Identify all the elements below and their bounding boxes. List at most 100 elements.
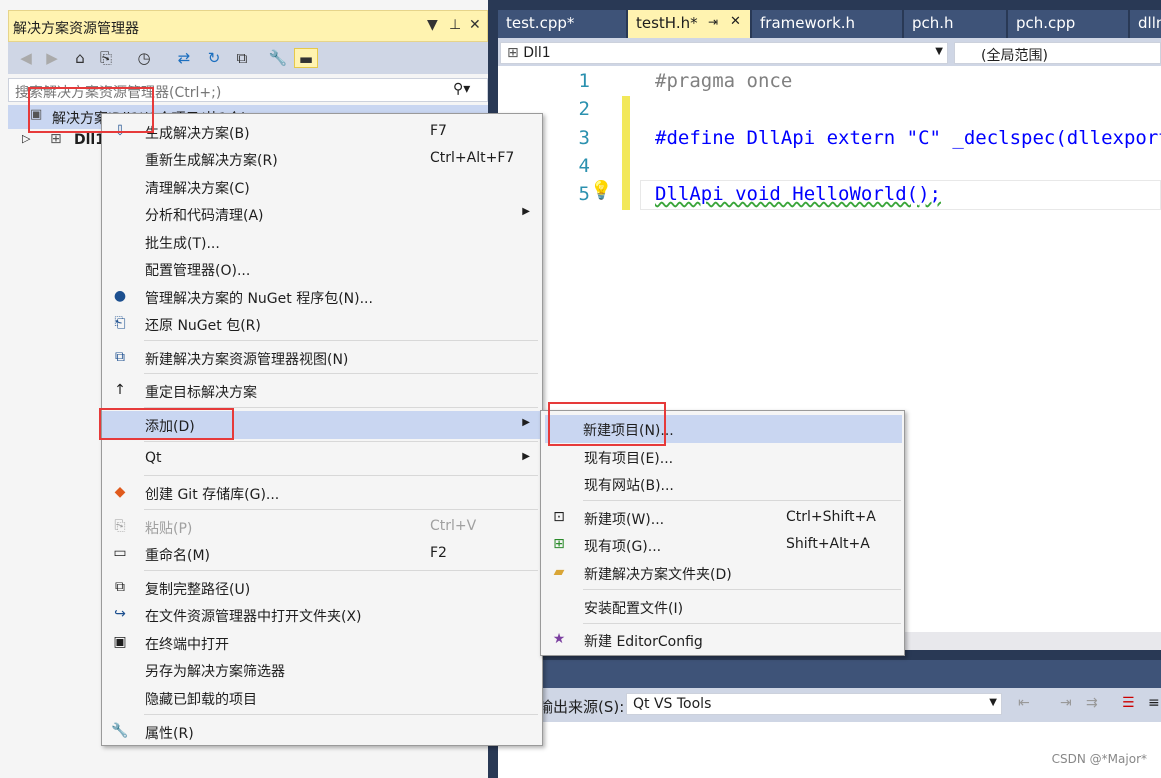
menu-item-rename[interactable]: ▭ 重命名(M) F2 [102, 540, 542, 568]
menu-separator [144, 509, 538, 510]
wrench-icon[interactable]: 🔧 [268, 48, 288, 68]
menu-item-label: 重定目标解决方案 [145, 385, 257, 401]
git-icon: ◆ [114, 484, 126, 500]
dropdown-icon[interactable]: ▼ [427, 17, 438, 33]
tab-label: pch.h [912, 14, 954, 32]
menu-item-create-git[interactable]: ◆ 创建 Git 存储库(G)... [102, 479, 542, 507]
menu-item-label: 配置管理器(O)... [145, 263, 251, 279]
menu-item-existing-website[interactable]: 现有网站(B)... [541, 470, 904, 498]
menu-item-hide-unloaded[interactable]: 隐藏已卸载的项目 [102, 684, 542, 712]
copy-icon: ⧉ [115, 579, 125, 595]
tab-label: pch.cpp [1016, 14, 1076, 32]
menu-item-properties[interactable]: 🔧 属性(R) [102, 718, 542, 746]
menu-item-new-view[interactable]: ⧉ 新建解决方案资源管理器视图(N) [102, 344, 542, 372]
clear-all-icon[interactable]: ☰ [1122, 695, 1135, 711]
menu-item-label: 分析和代码清理(A) [145, 208, 264, 224]
menu-item-label: 管理解决方案的 NuGet 程序包(N)... [145, 291, 373, 307]
menu-separator [144, 570, 538, 571]
editor-tab-bar: test.cpp* testH.h* ⇥ ✕ framework.h pch.h… [498, 10, 1161, 38]
tab-label: dllm [1138, 14, 1161, 32]
chevron-down-icon: ▼ [935, 46, 943, 57]
menu-item-label: 新建解决方案文件夹(D) [584, 567, 732, 583]
home-icon[interactable]: ⌂ [70, 48, 90, 68]
menu-item-save-filter[interactable]: 另存为解决方案筛选器 [102, 656, 542, 684]
menu-item-clean-solution[interactable]: 清理解决方案(C) [102, 173, 542, 201]
history-icon[interactable]: ◷ [134, 48, 154, 68]
wrench-icon: 🔧 [111, 723, 129, 739]
collapse-icon[interactable]: ⧉ [232, 48, 252, 68]
menu-item-existing-project[interactable]: 现有项目(E)... [541, 443, 904, 471]
menu-item-new-editorconfig[interactable]: ★ 新建 EditorConfig [541, 626, 904, 654]
menu-item-build-solution[interactable]: ⇩ 生成解决方案(B) F7 [102, 118, 542, 146]
restore-icon: ⎗ [114, 315, 126, 331]
find-previous-icon[interactable]: ⇤ [1018, 695, 1030, 711]
vs-switch-icon[interactable]: ⎘ [96, 48, 116, 68]
menu-item-open-terminal[interactable]: ▣ 在终端中打开 [102, 629, 542, 657]
search-icon[interactable]: ⚲▾ [453, 81, 470, 97]
expand-arrow-icon[interactable]: ▷ [22, 132, 30, 145]
back-icon[interactable]: ◀ [16, 48, 36, 68]
menu-item-rebuild-solution[interactable]: 重新生成解决方案(R) Ctrl+Alt+F7 [102, 145, 542, 173]
tab-testh-h[interactable]: testH.h* ⇥ ✕ [628, 10, 750, 38]
goto-icon[interactable]: ⇉ [1086, 695, 1098, 711]
find-next-icon[interactable]: ⇥ [1060, 695, 1072, 711]
menu-item-label: 批生成(T)... [145, 236, 220, 252]
horizontal-scrollbar[interactable] [905, 632, 1161, 650]
close-icon[interactable]: ✕ [469, 17, 481, 33]
paste-icon: ⎘ [114, 518, 126, 534]
menu-item-label: 在终端中打开 [145, 637, 229, 653]
project-dropdown[interactable]: ⊞ Dll1 ▼ [500, 42, 948, 64]
scope-dropdown-value: (全局范围) [981, 48, 1048, 64]
menu-item-new-solution-folder[interactable]: ▰ 新建解决方案文件夹(D) [541, 559, 904, 587]
tab-pch-h[interactable]: pch.h [904, 10, 1006, 38]
menu-separator [144, 441, 538, 442]
menu-item-batch-build[interactable]: 批生成(T)... [102, 228, 542, 256]
pin-icon[interactable]: ⇥ [708, 15, 718, 29]
menu-item-label: 属性(R) [145, 726, 194, 742]
menu-item-new-item[interactable]: ⊡ 新建项(W)... Ctrl+Shift+A [541, 504, 904, 532]
tab-pch-cpp[interactable]: pch.cpp [1008, 10, 1128, 38]
close-icon[interactable]: ✕ [730, 14, 741, 29]
menu-item-copy-path[interactable]: ⧉ 复制完整路径(U) [102, 574, 542, 602]
tab-framework-h[interactable]: framework.h [752, 10, 902, 38]
menu-item-label: 粘贴(P) [145, 521, 193, 537]
menu-item-shortcut: Ctrl+V [430, 518, 477, 534]
menu-item-analyze[interactable]: 分析和代码清理(A) ▶ [102, 200, 542, 228]
tab-label: test.cpp* [506, 14, 575, 32]
menu-item-label: 现有项目(E)... [584, 451, 674, 467]
project-dropdown-value: Dll1 [523, 45, 551, 61]
menu-item-label: 还原 NuGet 包(R) [145, 318, 261, 334]
tab-dllmain[interactable]: dllm [1130, 10, 1161, 38]
menu-item-restore-nuget[interactable]: ⎗ 还原 NuGet 包(R) [102, 310, 542, 338]
open-folder-icon: ↪ [114, 606, 126, 622]
word-wrap-icon[interactable]: ≡ [1148, 695, 1160, 711]
scope-dropdown[interactable]: (全局范围) [954, 42, 1161, 64]
menu-item-retarget[interactable]: ↑ 重定目标解决方案 [102, 377, 542, 405]
pin-icon[interactable]: ⊥ [449, 17, 461, 33]
menu-separator [583, 589, 901, 590]
output-source-dropdown[interactable]: Qt VS Tools ▼ [626, 693, 1002, 715]
editorconfig-icon: ★ [552, 631, 566, 647]
menu-separator [144, 373, 538, 374]
menu-item-label: 重命名(M) [145, 548, 211, 564]
menu-item-paste: ⎘ 粘贴(P) Ctrl+V [102, 513, 542, 541]
project-icon: ⊞ [507, 45, 519, 61]
menu-separator [583, 500, 901, 501]
preview-icon[interactable]: ▬ [294, 48, 318, 68]
menu-item-manage-nuget[interactable]: ● 管理解决方案的 NuGet 程序包(N)... [102, 283, 542, 311]
annotation-box [548, 402, 666, 446]
refresh-icon[interactable]: ↻ [204, 48, 224, 68]
menu-item-existing-item[interactable]: ⊞ 现有项(G)... Shift+Alt+A [541, 531, 904, 559]
menu-item-config-manager[interactable]: 配置管理器(O)... [102, 255, 542, 283]
output-content[interactable]: CSDN @*Major* [498, 722, 1161, 778]
sync-icon[interactable]: ⇄ [174, 48, 194, 68]
menu-item-open-folder[interactable]: ↪ 在文件资源管理器中打开文件夹(X) [102, 601, 542, 629]
lightbulb-icon[interactable]: 💡 [590, 180, 612, 201]
menu-separator [144, 475, 538, 476]
tab-test-cpp[interactable]: test.cpp* [498, 10, 626, 38]
menu-item-label: 新建 EditorConfig [584, 634, 703, 650]
menu-item-install-config[interactable]: 安装配置文件(I) [541, 593, 904, 621]
output-toolbar: 输出来源(S): Qt VS Tools ▼ ⇤ ⇥ ⇉ ☰ ≡ [498, 688, 1161, 722]
menu-item-qt[interactable]: Qt ▶ [102, 445, 542, 473]
forward-icon[interactable]: ▶ [42, 48, 62, 68]
